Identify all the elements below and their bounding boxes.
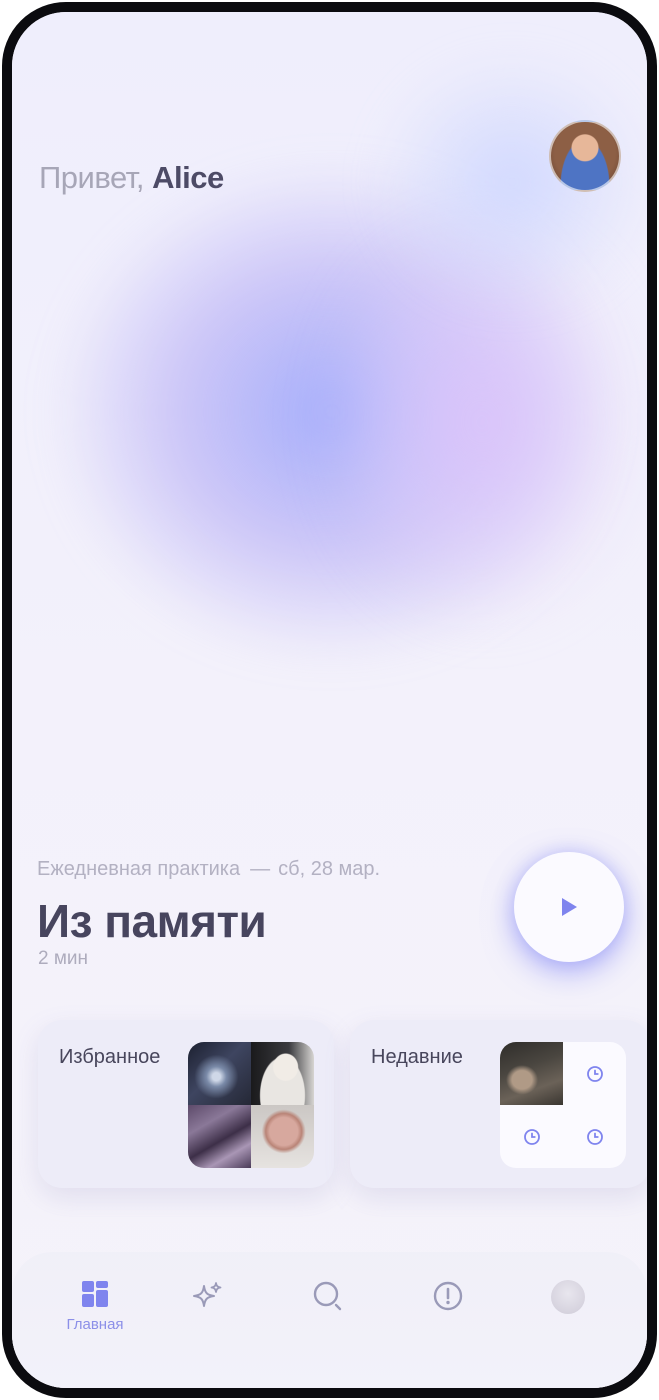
recent-photo bbox=[500, 1042, 563, 1105]
practice-date: сб, 28 мар. bbox=[278, 858, 381, 880]
gradient-orb bbox=[52, 162, 612, 662]
collage-photo-window bbox=[188, 1042, 251, 1105]
favorites-collage bbox=[188, 1042, 314, 1168]
practice-separator: — bbox=[250, 858, 271, 880]
gradient-orb-secondary bbox=[312, 212, 647, 632]
recent-slot bbox=[563, 1042, 626, 1105]
practice-duration: 2 мин bbox=[38, 948, 89, 969]
bottom-nav: Главная bbox=[12, 1252, 647, 1388]
practice-title[interactable]: Из памяти bbox=[37, 894, 267, 948]
play-button[interactable] bbox=[514, 852, 624, 962]
profile-avatar-icon bbox=[551, 1280, 585, 1314]
recent-slot bbox=[563, 1105, 626, 1168]
sparkles-icon bbox=[193, 1282, 222, 1307]
greeting: Привет, Alice bbox=[39, 160, 224, 196]
greeting-text: Привет, bbox=[39, 160, 145, 195]
user-name: Alice bbox=[152, 160, 224, 195]
play-icon bbox=[562, 898, 577, 916]
collage-photo-portrait bbox=[251, 1042, 314, 1105]
home-screen: Привет, Alice Ежедневная практика — сб, 28… bbox=[12, 12, 647, 1388]
recent-card[interactable]: Недавние bbox=[350, 1020, 647, 1188]
nav-item-search[interactable] bbox=[288, 1280, 368, 1350]
clock-icon bbox=[523, 1128, 540, 1145]
phone-frame: Привет, Alice Ежедневная практика — сб, 28… bbox=[2, 2, 657, 1398]
recent-label: Недавние bbox=[371, 1046, 463, 1068]
favorites-card[interactable]: Избранное bbox=[38, 1020, 334, 1188]
avatar[interactable] bbox=[549, 120, 621, 192]
clock-icon bbox=[586, 1065, 603, 1082]
practice-meta: Ежедневная практика — сб, 28 мар. bbox=[37, 858, 380, 881]
collage-photo-fabric bbox=[188, 1105, 251, 1168]
search-icon bbox=[313, 1281, 342, 1311]
practice-label: Ежедневная практика bbox=[37, 858, 241, 880]
favorites-label: Избранное bbox=[59, 1046, 161, 1068]
nav-item-profile[interactable] bbox=[528, 1280, 608, 1350]
alert-icon bbox=[433, 1281, 463, 1311]
recent-slot bbox=[500, 1105, 563, 1168]
nav-item-sparkles[interactable] bbox=[168, 1280, 248, 1350]
collage-photo-flower bbox=[251, 1105, 314, 1168]
home-icon bbox=[82, 1281, 108, 1307]
recent-grid bbox=[500, 1042, 626, 1168]
nav-item-home[interactable]: Главная bbox=[55, 1280, 135, 1350]
nav-label-home: Главная bbox=[66, 1316, 124, 1333]
nav-item-alerts[interactable] bbox=[408, 1280, 488, 1350]
clock-icon bbox=[586, 1128, 603, 1145]
